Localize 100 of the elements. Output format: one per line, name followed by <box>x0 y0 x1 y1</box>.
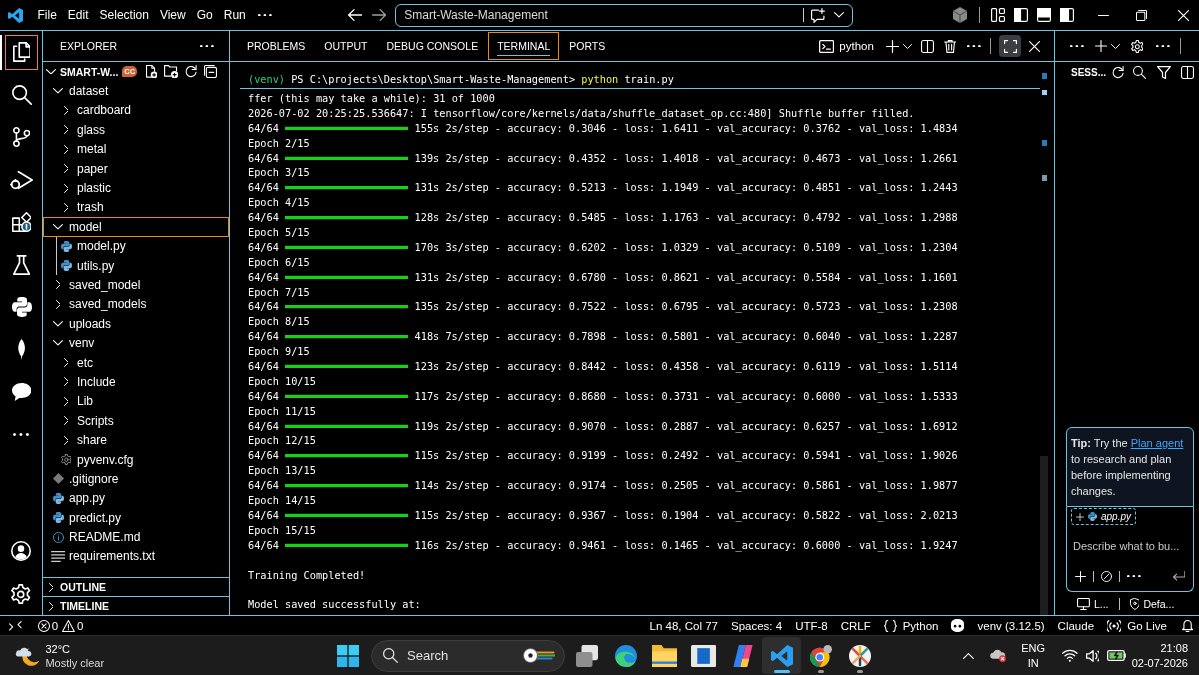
tree-item[interactable]: predict.py <box>43 508 229 528</box>
settings-icon[interactable] <box>11 583 31 604</box>
account-icon[interactable] <box>11 541 31 562</box>
search-icon[interactable] <box>1133 65 1147 79</box>
clock-time[interactable]: 21:08 <box>1160 640 1188 656</box>
tree-item[interactable]: metal <box>43 139 229 159</box>
more-icon[interactable] <box>1070 44 1084 48</box>
section-header[interactable]: OUTLINE <box>43 577 229 596</box>
tree-item[interactable]: app.py <box>43 488 229 508</box>
menu-item[interactable]: Selection <box>94 4 155 26</box>
refresh-icon[interactable] <box>185 65 198 79</box>
tree-item[interactable]: requirements.txt <box>43 546 229 567</box>
tree-item[interactable]: utils.py <box>43 255 229 276</box>
weather-condition[interactable]: Mostly clear <box>45 655 105 670</box>
encoding[interactable]: UTF-8 <box>795 619 828 632</box>
terminal-picker[interactable]: python <box>819 39 874 53</box>
cloud-error-icon[interactable] <box>989 648 1008 663</box>
plan-agent-link[interactable]: Plan agent <box>1130 437 1184 449</box>
panel-tab[interactable]: PROBLEMS <box>238 32 315 60</box>
enter-icon[interactable] <box>1172 571 1185 581</box>
language-mode[interactable]: Python <box>883 619 939 632</box>
context-chip[interactable]: app.py <box>1071 508 1137 525</box>
tree-item[interactable]: share <box>43 430 229 450</box>
plus-icon[interactable] <box>885 39 899 53</box>
tree-item[interactable]: glass <box>43 120 229 140</box>
menu-item[interactable]: View <box>154 4 192 26</box>
panel-tab[interactable]: TERMINAL <box>488 32 560 60</box>
maximize-button[interactable] <box>999 35 1021 57</box>
tree-item[interactable]: cardboard <box>43 100 229 121</box>
line-ending[interactable]: CRLF <box>840 619 871 632</box>
filter-icon[interactable] <box>1157 65 1172 79</box>
section-header[interactable]: TIMELINE <box>43 596 229 615</box>
search-bar[interactable]: Search <box>371 639 565 672</box>
plus-icon[interactable] <box>1094 40 1107 52</box>
slash-circle-icon[interactable] <box>1101 570 1112 582</box>
collapse-all-icon[interactable] <box>204 65 218 79</box>
panel-toggle-icon[interactable] <box>1037 8 1052 22</box>
settings-icon[interactable] <box>1130 39 1144 53</box>
menu-item[interactable]: Run <box>218 4 252 26</box>
layout-icon[interactable] <box>991 8 1006 22</box>
tree-item[interactable]: dataset <box>43 81 229 101</box>
input-language[interactable]: ENG <box>1021 640 1046 656</box>
plus-icon[interactable] <box>1075 570 1086 582</box>
indentation[interactable]: Spaces: 4 <box>731 619 783 632</box>
clock-date[interactable]: 02-07-2026 <box>1131 655 1188 671</box>
more-icon[interactable] <box>258 13 272 17</box>
tree-item[interactable]: model.py <box>43 236 229 256</box>
remote-icon[interactable] <box>9 620 22 631</box>
more-icon[interactable] <box>1156 44 1171 48</box>
more-icon[interactable] <box>13 433 29 437</box>
tree-item[interactable]: uploads <box>43 314 229 334</box>
tree-item[interactable]: venv <box>43 333 229 353</box>
tree-item[interactable]: saved_models <box>43 294 229 315</box>
panel-tab[interactable]: DEBUG CONSOLE <box>377 32 488 60</box>
tree-item[interactable]: pyvenv.cfg <box>43 449 229 470</box>
tree-item[interactable]: Lib <box>43 391 229 412</box>
cursor-position[interactable]: Ln 48, Col 77 <box>649 619 718 632</box>
minimize-icon[interactable] <box>1098 14 1110 16</box>
cube-icon[interactable] <box>953 7 968 23</box>
tree-item[interactable]: Include <box>43 372 229 392</box>
command-center[interactable]: Smart-Waste-Management <box>395 3 854 27</box>
chevron-down-icon[interactable] <box>1110 43 1120 49</box>
moon-cloud-icon[interactable] <box>15 645 40 666</box>
battery-icon[interactable] <box>1107 650 1127 661</box>
activity-bar-button[interactable] <box>5 34 38 70</box>
menu-item[interactable]: Edit <box>62 4 95 26</box>
assistant-face-icon[interactable] <box>951 619 965 632</box>
restore-icon[interactable] <box>1136 9 1148 21</box>
taskbar-app[interactable] <box>762 637 801 674</box>
bell-icon[interactable] <box>1181 619 1193 632</box>
forward-arrow-icon[interactable] <box>372 9 387 21</box>
tree-item[interactable]: plastic <box>43 178 229 198</box>
wifi-icon[interactable] <box>1062 649 1078 662</box>
chat-sparkle-icon[interactable] <box>811 7 826 23</box>
tree-item[interactable]: .gitignore <box>43 469 229 489</box>
chevron-down-icon[interactable] <box>46 68 56 75</box>
new-file-icon[interactable] <box>146 65 158 79</box>
new-folder-icon[interactable] <box>164 65 179 79</box>
tree-item[interactable]: trash <box>43 197 229 218</box>
menu-item[interactable]: File <box>32 4 63 26</box>
search-input[interactable]: Search <box>398 648 523 663</box>
tree-item[interactable]: etc <box>43 352 229 373</box>
chevron-up-icon[interactable] <box>963 652 974 659</box>
more-icon[interactable] <box>200 44 214 48</box>
picker-button[interactable]: Defa... <box>1129 597 1175 610</box>
problems-button[interactable]: 0 0 <box>37 619 87 632</box>
tree-item[interactable]: paper <box>43 158 229 179</box>
temperature[interactable]: 32°C <box>45 641 105 656</box>
tree-item[interactable]: README.md <box>43 527 229 547</box>
sidebar-toggle-icon[interactable] <box>1181 65 1195 79</box>
start-icon[interactable] <box>337 644 359 667</box>
panel-tab[interactable]: PORTS <box>560 32 615 60</box>
chevron-down-icon[interactable] <box>834 12 845 18</box>
workspace-title[interactable]: SMART-W... <box>60 65 119 78</box>
input-region[interactable]: IN <box>1027 655 1039 671</box>
tree-item[interactable]: saved_model <box>43 275 229 295</box>
close-icon[interactable] <box>1178 9 1190 21</box>
volume-icon[interactable] <box>1085 649 1100 662</box>
interpreter[interactable]: venv (3.12.5) <box>977 619 1045 632</box>
more-icon[interactable] <box>967 44 981 48</box>
